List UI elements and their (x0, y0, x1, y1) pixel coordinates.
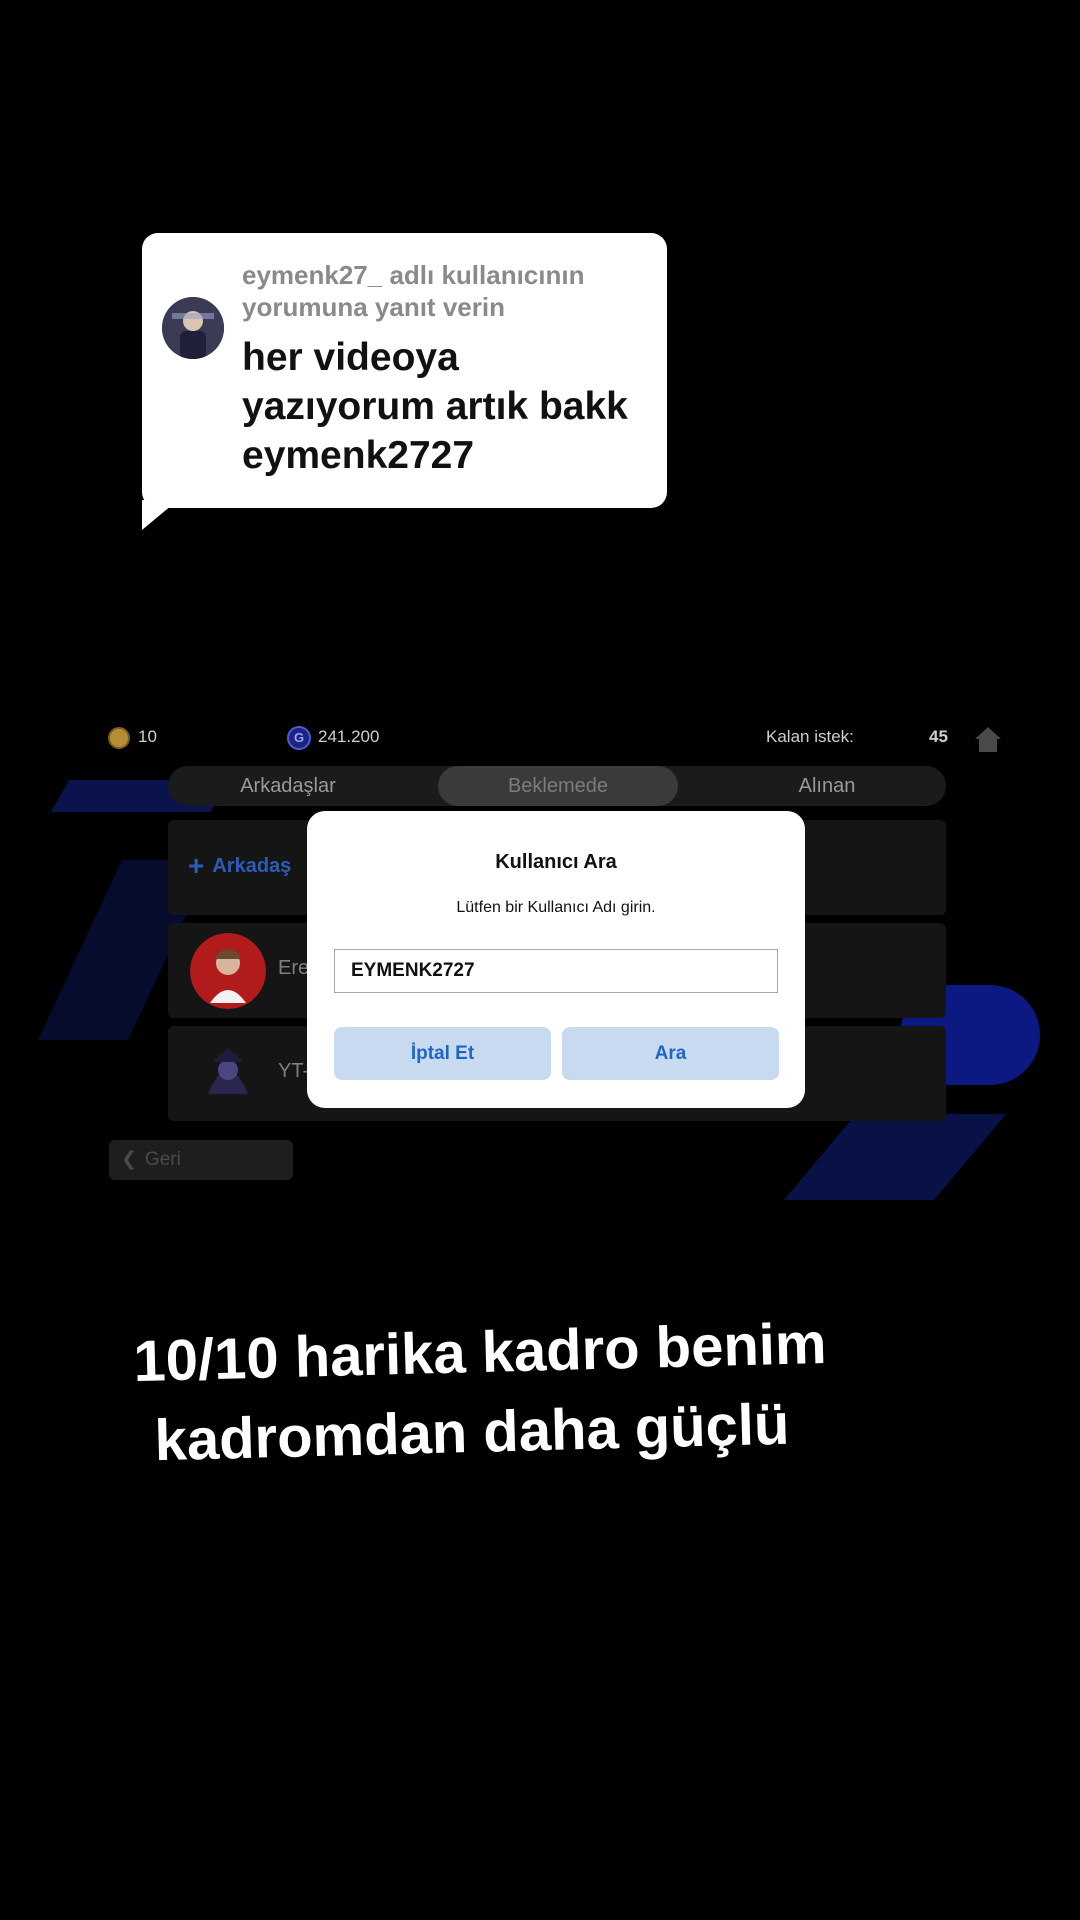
currency-bar: 10 G 241.200 Kalan istek: 45 (0, 724, 1080, 758)
reply-header: eymenk27_ adlı kullanıcının yorumuna yan… (242, 260, 585, 322)
plus-icon: + (188, 850, 205, 881)
remaining-requests-label: Kalan istek: (766, 727, 854, 746)
decorative-stripe (783, 1114, 1007, 1200)
tab-friends[interactable]: Arkadaşlar (168, 766, 408, 806)
reply-line: eymenk2727 (242, 434, 475, 477)
reply-bubble-tail (142, 500, 178, 530)
coin-balance: 10 (138, 727, 157, 746)
user-search-dialog: Kullanıcı Ara Lütfen bir Kullanıcı Adı g… (307, 811, 805, 1108)
add-friend-button[interactable]: + Arkadaş (188, 850, 291, 882)
player-name: Ere (278, 957, 310, 979)
reply-line: yazıyorum artık bakk (242, 385, 628, 428)
player-name: YT- (278, 1060, 310, 1082)
video-caption-line: kadromdan daha güçlü (153, 1391, 791, 1474)
dialog-title: Kullanıcı Ara (495, 851, 617, 873)
username-input[interactable] (334, 949, 778, 993)
search-button[interactable]: Ara (562, 1027, 779, 1080)
gp-icon: G (287, 726, 311, 750)
add-friend-label: Arkadaş (212, 855, 292, 877)
tab-pending[interactable]: Beklemede (438, 766, 678, 806)
back-button[interactable]: ❮ Geri (109, 1140, 293, 1180)
comment-reply-bubble: eymenk27_ adlı kullanıcının yorumuna yan… (142, 233, 667, 508)
player-avatar (190, 1036, 266, 1112)
commenter-avatar (162, 297, 224, 359)
friends-tabs: Arkadaşlar Beklemede Alınan (168, 766, 946, 806)
player-avatar (190, 933, 266, 1009)
cancel-button[interactable]: İptal Et (334, 1027, 551, 1080)
tab-received[interactable]: Alınan (708, 766, 946, 806)
coin-icon (108, 727, 130, 749)
home-icon[interactable] (973, 724, 1003, 754)
reply-comment-text: her videoya yazıyorum artık bakk eymenk2… (242, 333, 657, 480)
remaining-requests-value: 45 (929, 727, 948, 746)
chevron-left-icon: ❮ (121, 1149, 137, 1170)
gp-balance: 241.200 (318, 727, 380, 746)
back-label: Geri (144, 1149, 181, 1170)
reply-line: her videoya (242, 336, 459, 379)
dialog-subtitle: Lütfen bir Kullanıcı Adı girin. (456, 899, 656, 916)
